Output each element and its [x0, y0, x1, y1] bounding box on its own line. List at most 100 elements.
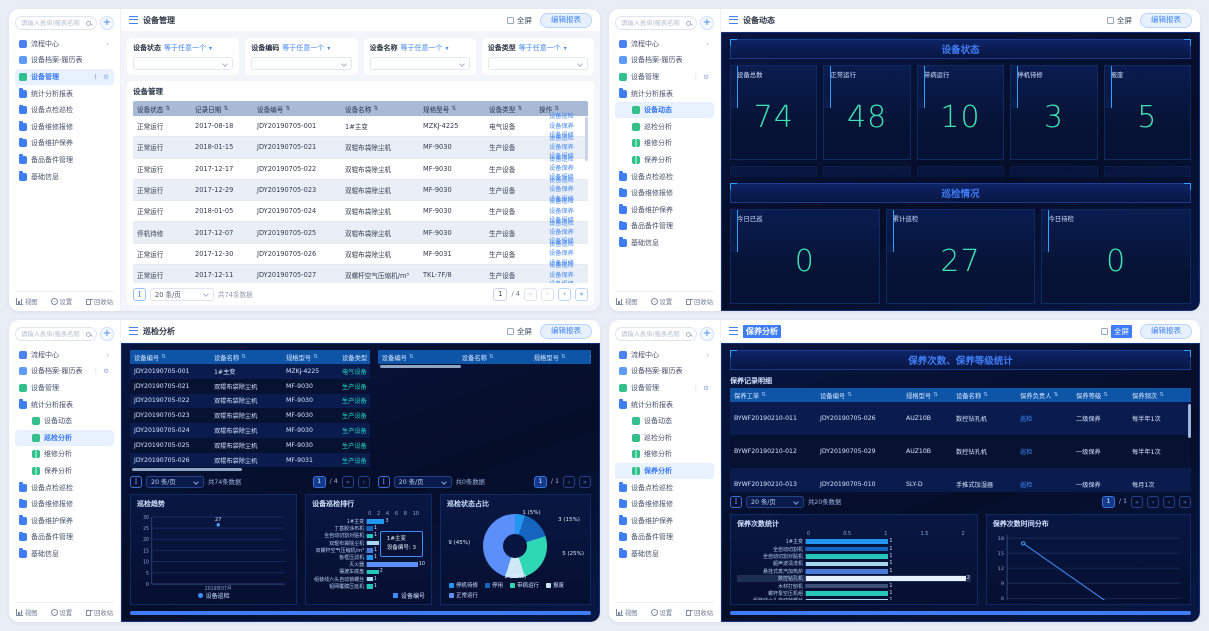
bar[interactable]	[806, 584, 888, 589]
last-page-button[interactable]: »	[579, 476, 591, 488]
sidebar-item[interactable]: 保养分析	[615, 463, 714, 479]
fullscreen-checkbox[interactable]	[507, 328, 514, 335]
bar[interactable]	[367, 541, 379, 546]
sidebar-item[interactable]: 设备维护保养	[615, 513, 714, 529]
page-size-select[interactable]: 20 条/页	[394, 476, 452, 488]
cell-owner-link[interactable]: 巡检	[1016, 414, 1072, 423]
sidebar-item[interactable]: 设备动态	[15, 413, 114, 429]
sidebar-item[interactable]: 设备维修报修	[615, 185, 714, 201]
search-input[interactable]	[621, 331, 684, 338]
sort-icon[interactable]: ⇅	[313, 354, 318, 360]
sort-icon[interactable]: ⇅	[933, 392, 938, 398]
sort-icon[interactable]: ⇅	[285, 105, 290, 112]
action-inspect-link[interactable]: 设备巡检	[549, 219, 574, 228]
add-button[interactable]: +	[700, 327, 714, 341]
column-header[interactable]: 设备编号⇅	[378, 353, 458, 362]
bar[interactable]	[806, 562, 888, 567]
table-scrollbar[interactable]	[1188, 404, 1191, 438]
filter-operator[interactable]: 等于任意一个	[519, 43, 561, 53]
bar[interactable]	[806, 554, 888, 559]
fullscreen-checkbox[interactable]	[507, 17, 514, 24]
footer-settings-button[interactable]: 设置	[51, 297, 73, 306]
hamburger-icon[interactable]	[729, 16, 738, 24]
sort-icon[interactable]: ⇅	[489, 354, 494, 360]
footer-settings-button[interactable]: 设置	[51, 608, 73, 617]
legend-item[interactable]: 带病运行	[510, 581, 539, 589]
dashboard-scrollbar[interactable]	[130, 611, 591, 615]
filter-operator[interactable]: 等于任意一个	[401, 43, 443, 53]
sidebar-item[interactable]: 流程中心 ›	[615, 36, 714, 52]
sidebar-item[interactable]: 备品备件管理	[615, 530, 714, 546]
sidebar-item[interactable]: 设备点检巡检	[15, 102, 114, 118]
filter-select[interactable]	[133, 57, 233, 70]
action-maintain-link[interactable]: 设备保养	[549, 249, 574, 258]
sidebar-item[interactable]: 统计分析报表	[15, 86, 114, 102]
sidebar-item[interactable]: 设备管理 ⋮ ⚙	[15, 69, 114, 85]
sidebar-item[interactable]: 流程中心 ›	[15, 36, 114, 52]
search-input-wrap[interactable]	[615, 327, 697, 341]
column-header[interactable]: 规格型号⇅	[419, 104, 485, 114]
edit-report-button[interactable]: 编辑报表	[540, 324, 592, 339]
sidebar-item[interactable]: 设备点检巡检	[615, 480, 714, 496]
export-icon[interactable]: I	[378, 476, 390, 488]
sidebar-item[interactable]: 维修分析	[615, 447, 714, 463]
footer-view-button[interactable]: 视图	[16, 608, 38, 617]
sort-icon[interactable]: ⇅	[983, 392, 988, 398]
column-header[interactable]: 设备名称⇅	[341, 104, 419, 114]
sidebar-item[interactable]: 统计分析报表	[615, 397, 714, 413]
sort-icon[interactable]: ⇅	[369, 354, 370, 360]
export-icon[interactable]: I	[133, 288, 146, 301]
page-input[interactable]: 1	[1102, 496, 1115, 508]
sidebar-item[interactable]: 设备点检巡检	[15, 480, 114, 496]
column-header[interactable]: 设备类型⇅	[338, 353, 370, 362]
sidebar-item[interactable]: 设备维修报修	[15, 119, 114, 135]
page-size-select[interactable]: 20 条/页	[150, 288, 214, 301]
hamburger-icon[interactable]	[129, 16, 138, 24]
sort-icon[interactable]: ⇅	[409, 354, 414, 360]
action-inspect-link[interactable]: 设备巡检	[549, 197, 574, 206]
filter-select[interactable]	[251, 57, 351, 70]
sidebar-item[interactable]: 备品备件管理	[15, 152, 114, 168]
action-inspect-link[interactable]: 设备巡检	[549, 261, 574, 270]
fullscreen-checkbox[interactable]	[1101, 328, 1108, 335]
page-size-select[interactable]: 20 条/页	[746, 496, 804, 508]
bar[interactable]	[806, 539, 888, 544]
sidebar-item[interactable]: 流程中心 ›	[615, 347, 714, 363]
bar[interactable]	[806, 576, 966, 581]
dashboard-scrollbar[interactable]	[730, 611, 1191, 615]
hamburger-icon[interactable]	[129, 327, 138, 335]
page-size-select[interactable]: 20 条/页	[146, 476, 204, 488]
cell-owner-link[interactable]: 巡检	[1016, 480, 1072, 489]
column-header[interactable]: 设备编号⇅	[816, 391, 902, 400]
sidebar-item[interactable]: 设备维护保养	[15, 513, 114, 529]
column-header[interactable]: 设备名称⇅	[458, 353, 530, 362]
next-page-button[interactable]: ›	[563, 476, 575, 488]
filter-select[interactable]	[370, 57, 470, 70]
column-header[interactable]: 设备编号⇅	[253, 104, 341, 114]
column-header[interactable]: 保养等级⇅	[1072, 391, 1128, 400]
action-maintain-link[interactable]: 设备保养	[549, 164, 574, 173]
data-point[interactable]	[1021, 542, 1025, 545]
sort-icon[interactable]: ⇅	[1103, 392, 1108, 398]
footer-recycle-button[interactable]: 回收站	[685, 608, 713, 617]
filter-operator[interactable]: 等于任意一个	[282, 43, 324, 53]
add-button[interactable]: +	[700, 16, 714, 30]
filter-operator[interactable]: 等于任意一个	[164, 43, 206, 53]
hamburger-icon[interactable]	[729, 327, 738, 335]
data-point[interactable]	[217, 523, 220, 527]
sidebar-item[interactable]: 设备维修报修	[615, 496, 714, 512]
bar[interactable]	[367, 519, 384, 524]
action-inspect-link[interactable]: 设备巡检	[549, 112, 574, 121]
column-header[interactable]: 规格型号⇅	[282, 353, 338, 362]
sidebar-item[interactable]: 基础信息	[15, 546, 114, 562]
sidebar-item[interactable]: 设备点检巡检	[615, 169, 714, 185]
sidebar-item[interactable]: 基础信息	[15, 169, 114, 185]
cell-owner-link[interactable]: 巡检	[1016, 447, 1072, 456]
column-header[interactable]: 设备编号⇅	[130, 353, 210, 362]
action-maintain-link[interactable]: 设备保养	[549, 228, 574, 237]
h-scrollbar[interactable]	[132, 468, 242, 471]
first-page-button[interactable]: «	[524, 288, 537, 301]
filter-select[interactable]	[488, 57, 588, 70]
bar[interactable]	[367, 562, 418, 567]
first-page-button[interactable]: «	[342, 476, 354, 488]
